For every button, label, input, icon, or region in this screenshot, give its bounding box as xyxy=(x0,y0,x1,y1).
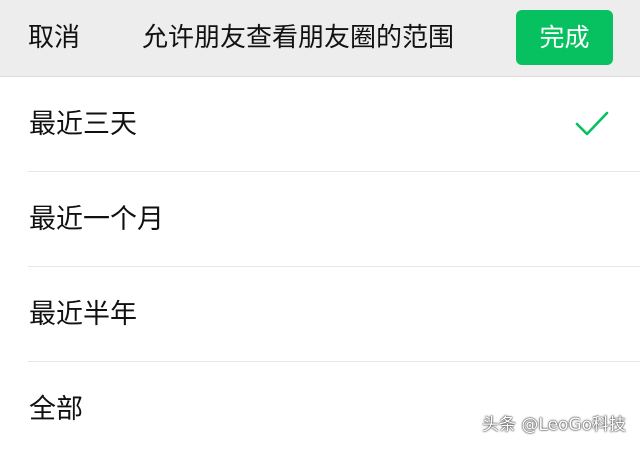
option-label: 最近一个月 xyxy=(29,204,164,235)
checkmark-icon xyxy=(575,111,609,136)
page-title: 允许朋友查看朋友圈的范围 xyxy=(142,23,455,53)
watermark: 头条 @LeoGo科技 xyxy=(482,415,627,435)
visibility-range-list: 最近三天 最近一个月 最近半年 全部 xyxy=(0,77,640,457)
option-last-month[interactable]: 最近一个月 xyxy=(0,172,640,267)
option-label: 全部 xyxy=(29,394,83,425)
option-label: 最近三天 xyxy=(29,109,137,140)
option-label: 最近半年 xyxy=(29,299,137,330)
option-last-half-year[interactable]: 最近半年 xyxy=(0,267,640,362)
navigation-bar: 取消 允许朋友查看朋友圈的范围 完成 xyxy=(0,0,640,77)
cancel-button[interactable]: 取消 xyxy=(28,18,80,58)
done-button[interactable]: 完成 xyxy=(516,10,613,65)
option-last-three-days[interactable]: 最近三天 xyxy=(0,77,640,172)
